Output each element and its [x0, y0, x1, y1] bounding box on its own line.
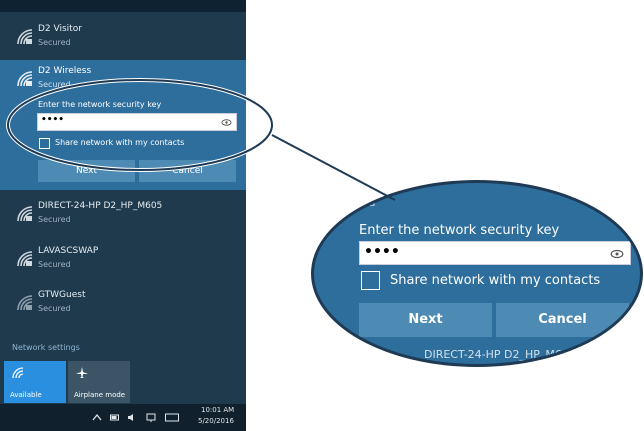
network-name: D2 Visitor [38, 24, 82, 34]
share-network-label: Share network with my contacts [390, 273, 601, 288]
password-mask: •••• [41, 115, 65, 125]
network-name: D2 Wireless [38, 66, 92, 76]
battery-icon[interactable] [110, 413, 120, 422]
network-name: LAVASCSWAP [38, 246, 99, 256]
zoom-edge-text-top: red [359, 198, 376, 209]
wifi-secured-icon [17, 206, 33, 222]
network-settings-link[interactable]: Network settings [12, 343, 80, 352]
network-item-gtwguest[interactable]: GTWGuest Secured [0, 284, 246, 324]
airplane-mode-tile[interactable]: Airplane mode [68, 361, 130, 403]
network-status: Secured [38, 215, 71, 224]
network-name: GTWGuest [38, 290, 86, 300]
wifi-secured-icon [17, 29, 33, 45]
wifi-icon [12, 367, 24, 379]
share-network-label: Share network with my contacts [55, 138, 185, 147]
network-status: Secured [38, 260, 71, 269]
cancel-button[interactable]: Cancel [496, 303, 629, 337]
reveal-password-icon[interactable] [610, 247, 624, 261]
wifi-secured-icon [17, 295, 33, 311]
security-key-label: Enter the network security key [38, 100, 162, 109]
wifi-secured-icon [17, 251, 33, 267]
network-status: Secured [38, 80, 71, 89]
network-icon[interactable] [146, 413, 156, 422]
clock-date[interactable]: 5/20/2016 [198, 417, 234, 425]
taskbar: 10:01 AM 5/20/2016 [0, 404, 246, 431]
reveal-password-icon[interactable] [221, 117, 232, 128]
password-mask: •••• [364, 244, 400, 260]
network-flyout: D2 Visitor Secured D2 Wireless Secured E… [0, 0, 246, 412]
tile-label: Airplane mode [74, 391, 126, 399]
speaker-icon[interactable] [127, 413, 137, 422]
airplane-icon [76, 367, 88, 378]
next-button[interactable]: Next [38, 160, 135, 182]
connector-line [271, 134, 396, 201]
network-item-d2-visitor[interactable]: D2 Visitor Secured [0, 18, 246, 58]
network-item-direct-hp[interactable]: DIRECT-24-HP D2_HP_M605 Secured [0, 195, 246, 235]
network-item-lavascswap[interactable]: LAVASCSWAP Secured [0, 240, 246, 280]
security-key-input[interactable]: •••• [37, 113, 237, 131]
chevron-up-icon[interactable] [92, 413, 102, 422]
security-key-label: Enter the network security key [359, 223, 560, 238]
clock-time[interactable]: 10:01 AM [201, 406, 234, 414]
wifi-toggle-tile[interactable]: Available [4, 361, 66, 403]
zoom-edge-text-bottom: DIRECT-24-HP D2_HP_M605 [424, 348, 576, 361]
network-status: Secured [38, 38, 71, 47]
keyboard-icon[interactable] [165, 413, 179, 422]
network-status: Secured [38, 304, 71, 313]
wifi-secured-icon [17, 71, 33, 87]
network-name: DIRECT-24-HP D2_HP_M605 [38, 201, 163, 211]
security-key-input[interactable]: •••• [359, 241, 631, 265]
next-button[interactable]: Next [359, 303, 492, 337]
share-network-checkbox[interactable] [361, 271, 380, 290]
tile-label: Available [10, 391, 42, 399]
cancel-button[interactable]: Cancel [139, 160, 236, 182]
share-network-checkbox[interactable] [39, 138, 50, 149]
zoomed-callout: red Enter the network security key •••• … [311, 180, 643, 367]
flyout-top-strip [0, 0, 246, 12]
